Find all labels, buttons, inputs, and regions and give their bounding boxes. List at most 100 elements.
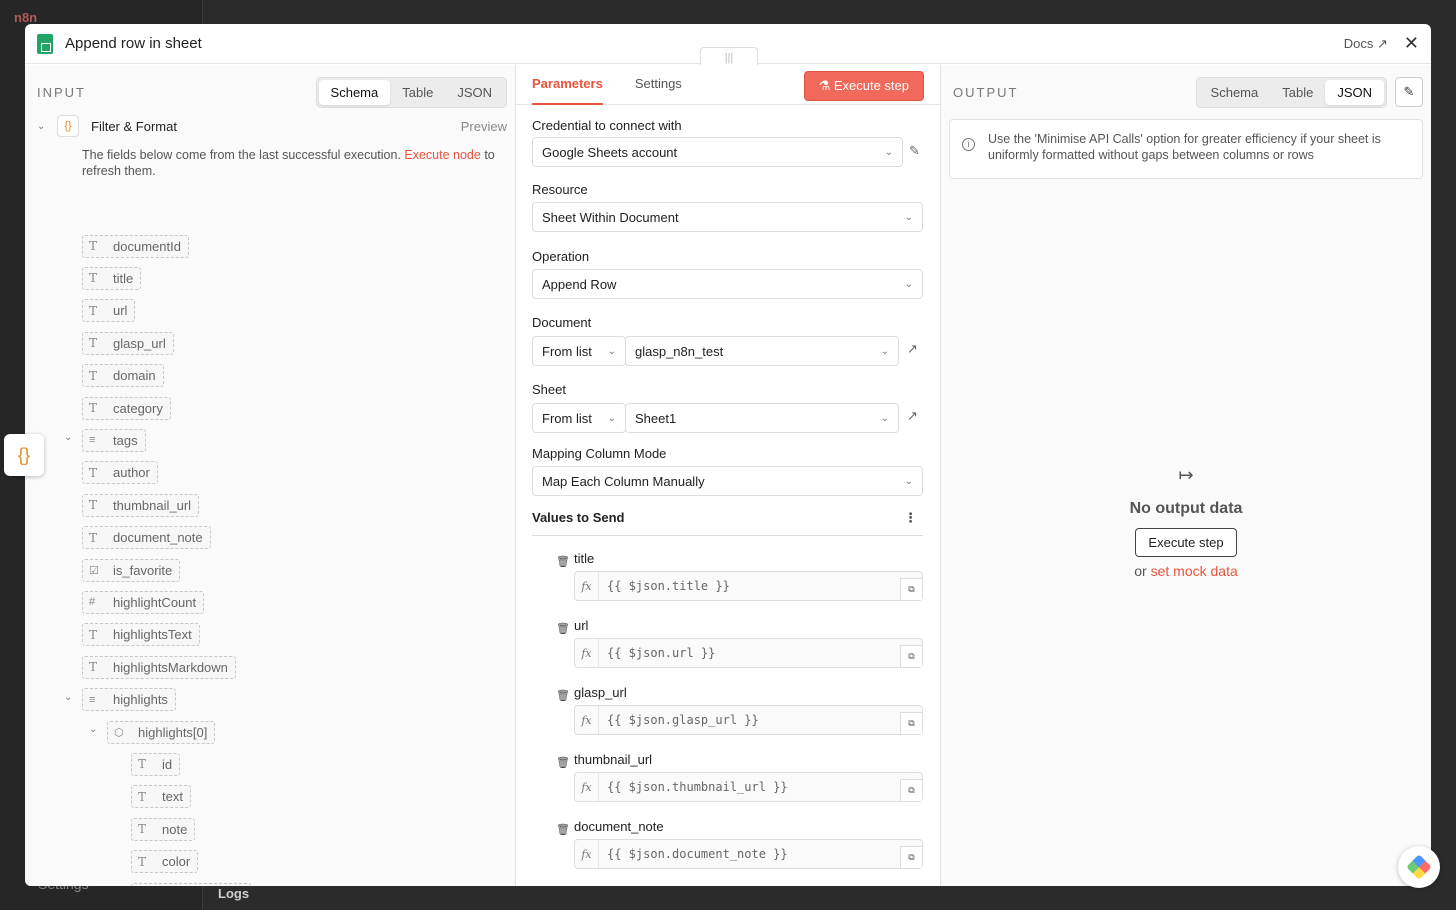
tab-settings[interactable]: Settings (635, 65, 682, 105)
input-node-row[interactable]: ⌄ {} Filter & Format Preview (25, 111, 515, 141)
schema-field-pill[interactable]: Tglasp_url (82, 331, 174, 355)
pencil-icon[interactable]: ✎ (909, 143, 920, 159)
trash-icon[interactable]: 🗑 (556, 756, 570, 769)
field-type-icon: T (138, 757, 147, 772)
sheet-mode-select[interactable]: From list ⌄ (532, 403, 626, 433)
field-name: highlightsMarkdown (113, 659, 228, 675)
schema-field-pill[interactable]: Tdomain (82, 364, 164, 388)
trash-icon[interactable]: 🗑 (556, 622, 570, 635)
schema-field[interactable]: Thighlighted_at (131, 882, 251, 886)
schema-field[interactable]: TdocumentId (82, 234, 189, 258)
tab-parameters[interactable]: Parameters (532, 65, 603, 105)
schema-field[interactable]: Tcolor (131, 850, 199, 874)
schema-field-pill[interactable]: Tcategory (82, 396, 171, 420)
schema-field[interactable]: Tdocument_note (82, 526, 211, 550)
value-column-label: thumbnail_url (574, 752, 653, 767)
schema-field-pill[interactable]: Tauthor (82, 461, 158, 485)
schema-field-pill[interactable]: ⬡ highlights[0] (107, 720, 216, 744)
values-to-send-header: Values to Send ⋮ (532, 510, 923, 536)
trash-icon[interactable]: 🗑 (556, 555, 570, 568)
info-icon: i (962, 138, 975, 151)
edit-output-button[interactable]: ✎ (1395, 77, 1423, 107)
value-expression-input[interactable]: fx {{ $json.thumbnail_url }} ⧉ (574, 772, 923, 802)
schema-field[interactable]: Ttitle (82, 266, 142, 290)
schema-field-pill[interactable]: Ttext (131, 785, 191, 809)
trash-icon[interactable]: 🗑 (556, 823, 570, 836)
expand-icon[interactable]: ⧉ (900, 712, 922, 734)
schema-field-pill[interactable]: TdocumentId (82, 234, 189, 258)
params-tabs: Parameters Settings ⚗ Execute step (516, 65, 940, 105)
schema-field-pill[interactable]: Ttitle (82, 266, 142, 290)
chevron-down-icon[interactable]: ⌄ (64, 692, 72, 703)
output-view-schema[interactable]: Schema (1199, 80, 1271, 105)
expression-text: {{ $json.url }} (607, 646, 716, 660)
chevron-down-icon[interactable]: ⌄ (64, 432, 72, 443)
docs-link[interactable]: Docs ↗ (1344, 36, 1388, 52)
schema-field[interactable]: Tcategory (82, 396, 171, 420)
set-mock-data-link[interactable]: set mock data (1151, 563, 1238, 579)
execute-step-button[interactable]: ⚗ Execute step (803, 71, 924, 101)
credential-select[interactable]: Google Sheets account ⌄ (532, 137, 903, 167)
drag-handle[interactable]: ||| (700, 47, 758, 67)
execute-step-output-button[interactable]: Execute step (1135, 528, 1237, 557)
more-options-icon[interactable]: ⋮ (904, 510, 917, 526)
schema-field[interactable]: ☑ is_favorite (82, 558, 181, 582)
input-view-table[interactable]: Table (390, 80, 445, 105)
assistant-logo-button[interactable] (1398, 846, 1440, 888)
schema-field-pill[interactable]: Tdocument_note (82, 526, 211, 550)
schema-field-pill[interactable]: ≡ highlights (82, 688, 176, 712)
output-view-json[interactable]: JSON (1325, 79, 1384, 105)
resource-select[interactable]: Sheet Within Document ⌄ (532, 202, 923, 232)
schema-field[interactable]: ≡ tags (82, 428, 146, 452)
operation-select[interactable]: Append Row ⌄ (532, 269, 923, 299)
value-expression-input[interactable]: fx {{ $json.url }} ⧉ (574, 638, 923, 668)
schema-field[interactable]: ThighlightsMarkdown (82, 655, 236, 679)
schema-field[interactable]: Tid (131, 752, 181, 776)
schema-field[interactable]: Tthumbnail_url (82, 493, 200, 517)
chevron-down-icon[interactable]: ⌄ (89, 724, 97, 735)
schema-field-pill[interactable]: Tthumbnail_url (82, 493, 200, 517)
external-link-icon[interactable]: ↗ (907, 341, 918, 357)
external-link-icon[interactable]: ↗ (907, 408, 918, 424)
schema-field[interactable]: Tnote (131, 817, 196, 841)
schema-field[interactable]: # highlightCount (82, 590, 205, 614)
schema-field[interactable]: Turl (82, 299, 136, 323)
schema-field[interactable]: Ttext (131, 785, 191, 809)
schema-field-pill[interactable]: Tcolor (131, 850, 199, 874)
expand-icon[interactable]: ⧉ (900, 846, 922, 868)
schema-field-pill[interactable]: ThighlightsText (82, 623, 200, 647)
schema-field-pill[interactable]: Tid (131, 752, 181, 776)
schema-field-pill[interactable]: ThighlightsMarkdown (82, 655, 236, 679)
trash-icon[interactable]: 🗑 (556, 689, 570, 702)
document-mode-select[interactable]: From list ⌄ (532, 336, 626, 366)
schema-field[interactable]: Tauthor (82, 461, 158, 485)
value-expression-input[interactable]: fx {{ $json.title }} ⧉ (574, 571, 923, 601)
expand-icon[interactable]: ⧉ (900, 645, 922, 667)
sheet-select[interactable]: Sheet1 ⌄ (625, 403, 899, 433)
chevron-down-icon[interactable]: ⌄ (37, 121, 57, 132)
close-icon[interactable]: ✕ (1404, 33, 1419, 54)
schema-field[interactable]: ThighlightsText (82, 623, 200, 647)
value-expression-input[interactable]: fx {{ $json.glasp_url }} ⧉ (574, 705, 923, 735)
schema-field-pill[interactable]: Thighlighted_at (131, 882, 251, 886)
expand-icon[interactable]: ⧉ (900, 578, 922, 600)
schema-field[interactable]: Tglasp_url (82, 331, 174, 355)
schema-field-pill[interactable]: ≡ tags (82, 428, 146, 452)
fx-icon: fx (575, 773, 599, 801)
schema-field[interactable]: ⬡ highlights[0] (107, 720, 216, 744)
schema-field-pill[interactable]: Tnote (131, 817, 196, 841)
input-view-json[interactable]: JSON (445, 80, 504, 105)
input-view-schema[interactable]: Schema (318, 79, 391, 105)
schema-field[interactable]: ≡ highlights (82, 688, 176, 712)
value-expression-input[interactable]: fx {{ $json.document_note }} ⧉ (574, 839, 923, 869)
schema-field-pill[interactable]: Turl (82, 299, 136, 323)
expand-icon[interactable]: ⧉ (900, 779, 922, 801)
schema-field-pill[interactable]: ☑ is_favorite (82, 558, 181, 582)
schema-field-pill[interactable]: # highlightCount (82, 590, 205, 614)
schema-field[interactable]: Tdomain (82, 364, 164, 388)
document-select[interactable]: glasp_n8n_test ⌄ (625, 336, 899, 366)
execute-node-link[interactable]: Execute node (404, 148, 480, 162)
mapping-select[interactable]: Map Each Column Manually ⌄ (532, 466, 923, 496)
node-type-bubble[interactable]: {} (4, 434, 44, 476)
output-view-table[interactable]: Table (1270, 80, 1325, 105)
